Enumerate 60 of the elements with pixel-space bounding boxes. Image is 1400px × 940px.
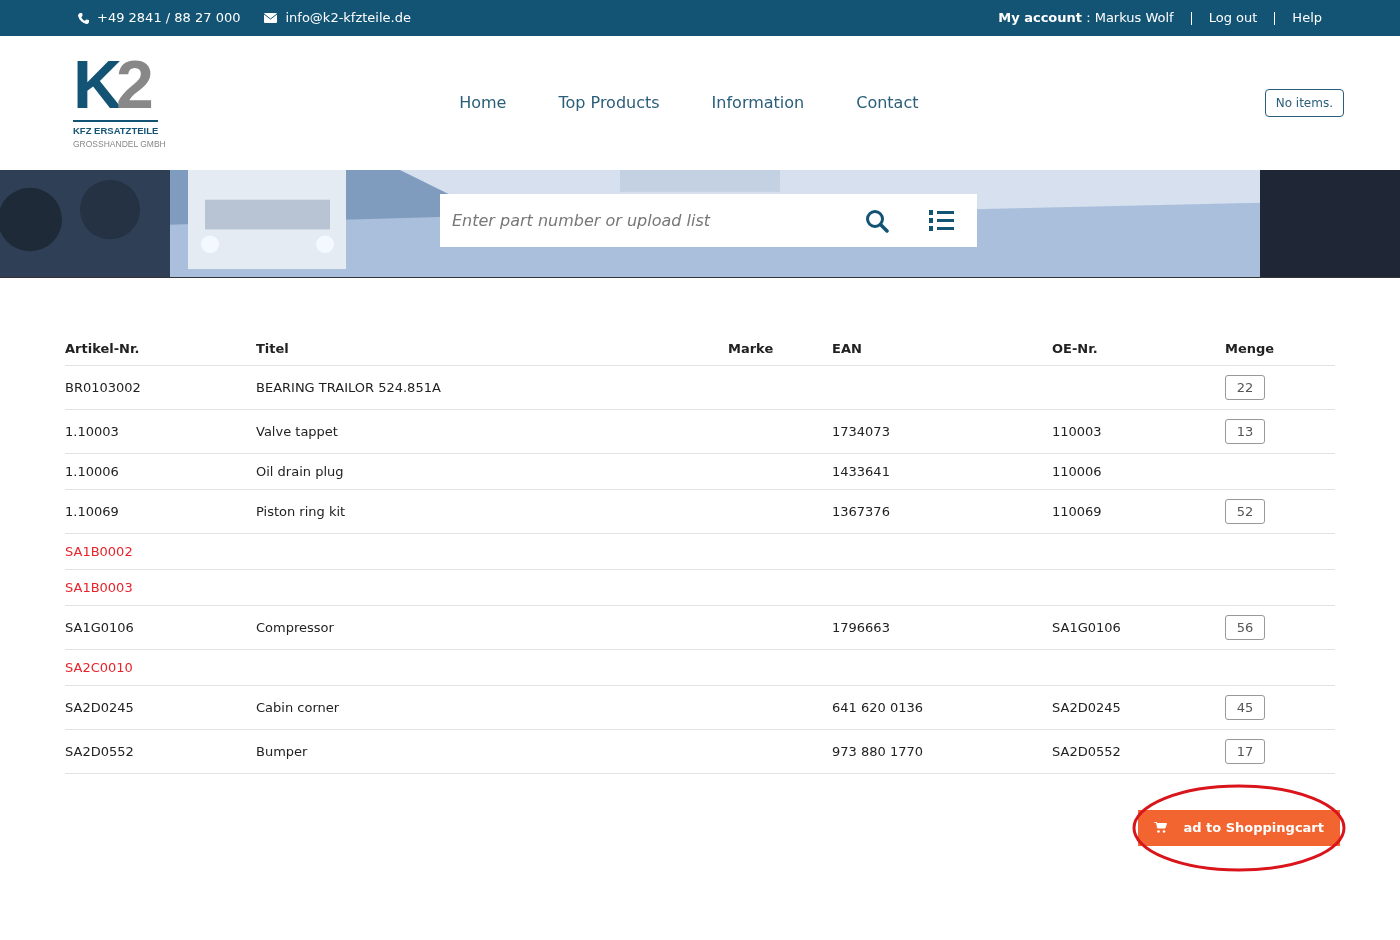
column-header: Menge — [1225, 339, 1276, 358]
table-cell-text: SA2D0245 — [1052, 698, 1122, 717]
table-cell-text: 110069 — [1052, 502, 1103, 521]
quantity-field[interactable]: 22 — [1225, 375, 1265, 400]
table-cell-text: SA2D0245 — [65, 698, 135, 717]
phone-number: +49 2841 / 88 27 000 — [97, 9, 241, 28]
table-cell-text: 1.10003 — [65, 422, 120, 441]
table-cell-text: 973 880 1770 — [832, 742, 924, 761]
top-link[interactable]: Log out — [1208, 8, 1258, 28]
table-cell-text: Piston ring kit — [256, 502, 347, 521]
search-icon[interactable] — [865, 209, 889, 233]
table-cell-text: 1734073 — [832, 422, 891, 441]
table-cell-text: 110006 — [1052, 462, 1103, 481]
account-info: My account : Markus Wolf — [998, 9, 1174, 28]
quantity-field[interactable]: 52 — [1225, 499, 1265, 524]
table-cell-text: BR0103002 — [65, 378, 142, 397]
table-cell-text: 1.10069 — [65, 502, 120, 521]
table-cell-text: Oil drain plug — [256, 462, 345, 481]
phone-icon — [78, 12, 89, 24]
column-header: EAN — [832, 339, 863, 358]
table-cell-text: SA2C0010 — [65, 658, 134, 677]
numbered-list-icon[interactable] — [929, 209, 955, 233]
cart-button[interactable]: No items. — [1264, 89, 1344, 117]
table-cell-text: SA2D0552 — [1052, 742, 1122, 761]
mail-icon — [264, 13, 278, 23]
logo-text: KFZ ERSATZTEILE — [73, 119, 159, 138]
column-header: Artikel-Nr. — [65, 339, 141, 358]
table-cell-text: BEARING TRAILOR 524.851A — [256, 378, 442, 397]
quantity-field[interactable]: 17 — [1225, 739, 1265, 764]
table-cell-text: SA2D0552 — [65, 742, 135, 761]
cart-icon — [1154, 822, 1168, 834]
quantity-field[interactable]: 45 — [1225, 695, 1265, 720]
table-cell-text: 1.10006 — [65, 462, 120, 481]
table-cell-text: SA1B0002 — [65, 542, 134, 561]
table-cell-text: SA1G0106 — [1052, 618, 1122, 637]
search-field[interactable]: Enter part number or upload list — [440, 194, 977, 247]
nav-link[interactable]: Home — [459, 91, 507, 115]
table-cell-text: Cabin corner — [256, 698, 341, 717]
table-cell-text: Bumper — [256, 742, 309, 761]
table-cell-text: Valve tappet — [256, 422, 339, 441]
table-cell-text: 1796663 — [832, 618, 891, 637]
column-header: Marke — [728, 339, 775, 358]
logo-text: GROSSHANDEL GMBH — [73, 138, 166, 150]
logo-mark: K2 — [73, 55, 148, 114]
table-cell-text: Compressor — [256, 618, 335, 637]
column-header: OE-Nr. — [1052, 339, 1099, 358]
table-cell-text: 1433641 — [832, 462, 891, 481]
table-cell-text: SA1B0003 — [65, 578, 134, 597]
column-header: Titel — [256, 339, 290, 358]
email-link[interactable]: info@k2-kfzteile.de — [285, 8, 411, 28]
nav-link[interactable]: Information — [711, 91, 805, 115]
nav-link[interactable]: Top Products — [558, 91, 660, 115]
top-link[interactable]: Help — [1292, 8, 1322, 28]
quantity-field[interactable]: 13 — [1225, 419, 1265, 444]
table-cell-text: 1367376 — [832, 502, 891, 521]
nav-link[interactable]: Contact — [856, 91, 919, 115]
table-cell-text: SA1G0106 — [65, 618, 135, 637]
table-cell-text: 641 620 0136 — [832, 698, 924, 717]
table-cell-text: 110003 — [1052, 422, 1103, 441]
quantity-field[interactable]: 56 — [1225, 615, 1265, 640]
